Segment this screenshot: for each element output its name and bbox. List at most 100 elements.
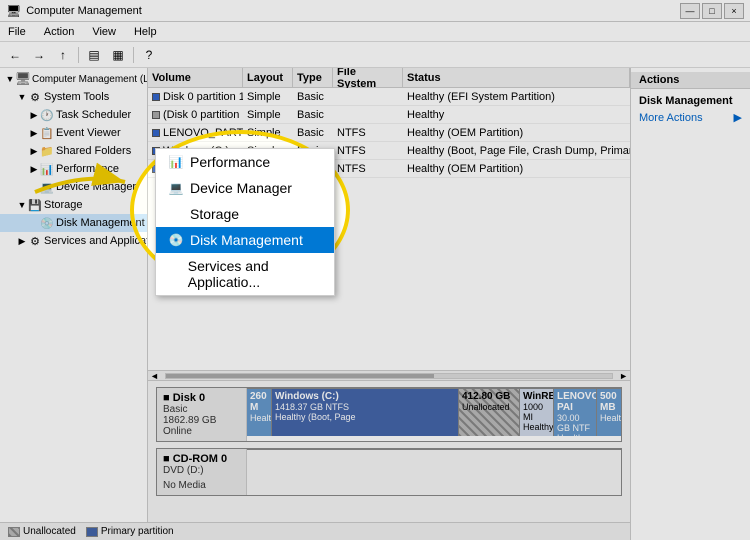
services-icon: ⚙ xyxy=(28,234,42,248)
cell-volume: Windows (C:) xyxy=(148,145,243,157)
more-actions-button[interactable]: More Actions ▶ xyxy=(631,109,750,126)
col-header-fs[interactable]: File System xyxy=(333,68,403,87)
col-header-layout[interactable]: Layout xyxy=(243,68,293,87)
help-button[interactable]: ? xyxy=(138,45,160,65)
volume-name: WinRE_DRV xyxy=(163,163,226,175)
table-row[interactable]: (Disk 0 partition 6) Simple Basic Health… xyxy=(148,106,630,124)
col-header-type[interactable]: Type xyxy=(293,68,333,87)
performance-icon: 📊 xyxy=(40,162,54,176)
tree-item-shared-folders[interactable]: ▶ 📁 Shared Folders xyxy=(0,142,147,160)
table-row[interactable]: Windows (C:) Simple Basic NTFS Healthy (… xyxy=(148,142,630,160)
view-button2[interactable]: ▦ xyxy=(107,45,129,65)
cell-layout: Simple xyxy=(243,127,293,139)
cell-type: Basic xyxy=(293,127,333,139)
scrollbar-track[interactable] xyxy=(165,373,613,379)
device-manager-icon: 💻 xyxy=(40,180,54,194)
tree-label-ts: Task Scheduler xyxy=(56,109,131,121)
partition-status: Unallocated xyxy=(462,402,516,412)
toolbar-separator xyxy=(78,47,79,63)
cell-type: Basic xyxy=(293,91,333,103)
tree-item-system-tools[interactable]: ▼ ⚙ System Tools xyxy=(0,88,147,106)
cell-status: Healthy (Boot, Page File, Crash Dump, Pr… xyxy=(403,145,630,157)
partition-lenovo[interactable]: LENOVO PAI 30.00 GB NTF Healthy (OEM xyxy=(554,389,597,436)
tree-item-task-scheduler[interactable]: ▶ 🕐 Task Scheduler xyxy=(0,106,147,124)
expand-icon-diskm xyxy=(28,217,40,229)
forward-button[interactable]: → xyxy=(28,45,50,65)
cell-layout: Simple xyxy=(243,91,293,103)
partition-name: Windows (C:) xyxy=(275,391,455,402)
volume-name: LENOVO_PART xyxy=(163,127,243,139)
cell-fs: NTFS xyxy=(333,145,403,157)
up-button[interactable]: ↑ xyxy=(52,45,74,65)
cdrom-0-title: ■ CD-ROM 0 xyxy=(163,453,240,465)
tree-label-st: System Tools xyxy=(44,91,109,103)
scrollbar-thumb[interactable] xyxy=(166,374,434,378)
partition-name: 500 MB xyxy=(600,391,618,413)
menu-action[interactable]: Action xyxy=(40,24,79,40)
menu-bar: File Action View Help xyxy=(0,22,750,42)
volume-name: Windows (C:) xyxy=(163,145,229,157)
cell-status: Healthy (OEM Partition) xyxy=(403,127,630,139)
volume-name: Disk 0 partition 1l xyxy=(163,91,243,103)
legend-box-unallocated xyxy=(8,527,20,537)
table-row[interactable]: WinRE_DRV Simple Basic NTFS Healthy (OEM… xyxy=(148,160,630,178)
cell-type: Basic xyxy=(293,145,333,157)
maximize-button[interactable]: □ xyxy=(702,3,722,19)
partition-size: 30.00 GB NTF xyxy=(557,413,593,433)
partition-name: 412.80 GB xyxy=(462,391,516,402)
scroll-right[interactable]: ► xyxy=(617,371,630,381)
cdrom-0-info: ■ CD-ROM 0 DVD (D:) No Media xyxy=(157,449,247,495)
tree-root: ▼ 🖥 Computer Management (Local) ▼ ⚙ Syst… xyxy=(0,68,147,252)
tree-label-svc: Services and Applications xyxy=(44,235,148,247)
system-tools-icon: ⚙ xyxy=(28,90,42,104)
tree-item-storage[interactable]: ▼ 💾 Storage xyxy=(0,196,147,214)
actions-title: Actions xyxy=(631,72,750,89)
cell-fs: NTFS xyxy=(333,163,403,175)
cdrom-empty xyxy=(247,449,621,495)
col-header-volume[interactable]: Volume xyxy=(148,68,243,87)
tree-item-event-viewer[interactable]: ▶ 📋 Event Viewer xyxy=(0,124,147,142)
tree-item-device-manager[interactable]: 💻 Device Manager xyxy=(0,178,147,196)
action-section-disk: Disk Management More Actions ▶ xyxy=(631,91,750,128)
partition-status: Healthy xyxy=(523,422,550,432)
computer-icon: 🖥 xyxy=(16,72,30,86)
cdrom-0-block: ■ CD-ROM 0 DVD (D:) No Media xyxy=(156,448,622,496)
partition-efi[interactable]: 260 M Healthy xyxy=(247,389,272,436)
partition-unallocated[interactable]: 412.80 GB Unallocated xyxy=(459,389,520,436)
tree-item-performance[interactable]: ▶ 📊 Performance xyxy=(0,160,147,178)
legend-label-unallocated: Unallocated xyxy=(23,526,76,537)
table-row[interactable]: LENOVO_PART Simple Basic NTFS Healthy (O… xyxy=(148,124,630,142)
title-bar: 🖥 Computer Management — □ × xyxy=(0,0,750,22)
table-row[interactable]: Disk 0 partition 1l Simple Basic Healthy… xyxy=(148,88,630,106)
cdrom-0-row: ■ CD-ROM 0 DVD (D:) No Media xyxy=(157,449,621,495)
menu-view[interactable]: View xyxy=(88,24,120,40)
back-button[interactable]: ← xyxy=(4,45,26,65)
toolbar: ← → ↑ ▤ ▦ ? xyxy=(0,42,750,68)
partition-recovery[interactable]: 500 MB Healthy xyxy=(597,389,621,436)
tree-item-services[interactable]: ▶ ⚙ Services and Applications xyxy=(0,232,147,250)
partition-windows[interactable]: Windows (C:) 1418.37 GB NTFS Healthy (Bo… xyxy=(272,389,459,436)
legend-item-unallocated: Unallocated xyxy=(8,526,76,537)
cell-volume: LENOVO_PART xyxy=(148,127,243,139)
close-button[interactable]: × xyxy=(724,3,744,19)
horizontal-scrollbar[interactable]: ◄ ► xyxy=(148,370,630,380)
menu-help[interactable]: Help xyxy=(130,24,161,40)
view-button[interactable]: ▤ xyxy=(83,45,105,65)
main-layout: ▼ 🖥 Computer Management (Local) ▼ ⚙ Syst… xyxy=(0,68,750,540)
scroll-left[interactable]: ◄ xyxy=(148,371,161,381)
disk-0-size: 1862.89 GB xyxy=(163,415,240,426)
tree-item-computer-management[interactable]: ▼ 🖥 Computer Management (Local) xyxy=(0,70,147,88)
more-actions-arrow: ▶ xyxy=(734,111,742,124)
tree-item-disk-management[interactable]: 💿 Disk Management xyxy=(0,214,147,232)
expand-icon-sf: ▶ xyxy=(28,145,40,157)
expand-icon-dm xyxy=(28,181,40,193)
cdrom-0-status: No Media xyxy=(163,480,240,491)
minimize-button[interactable]: — xyxy=(680,3,700,19)
partition-winre[interactable]: WinRE 1000 MI Healthy xyxy=(520,389,554,436)
action-section-title: Disk Management xyxy=(631,93,750,109)
cell-layout: Simple xyxy=(243,145,293,157)
right-panel-actions: Actions Disk Management More Actions ▶ xyxy=(630,68,750,540)
tree-label-sf: Shared Folders xyxy=(56,145,131,157)
menu-file[interactable]: File xyxy=(4,24,30,40)
col-header-status[interactable]: Status xyxy=(403,68,630,87)
